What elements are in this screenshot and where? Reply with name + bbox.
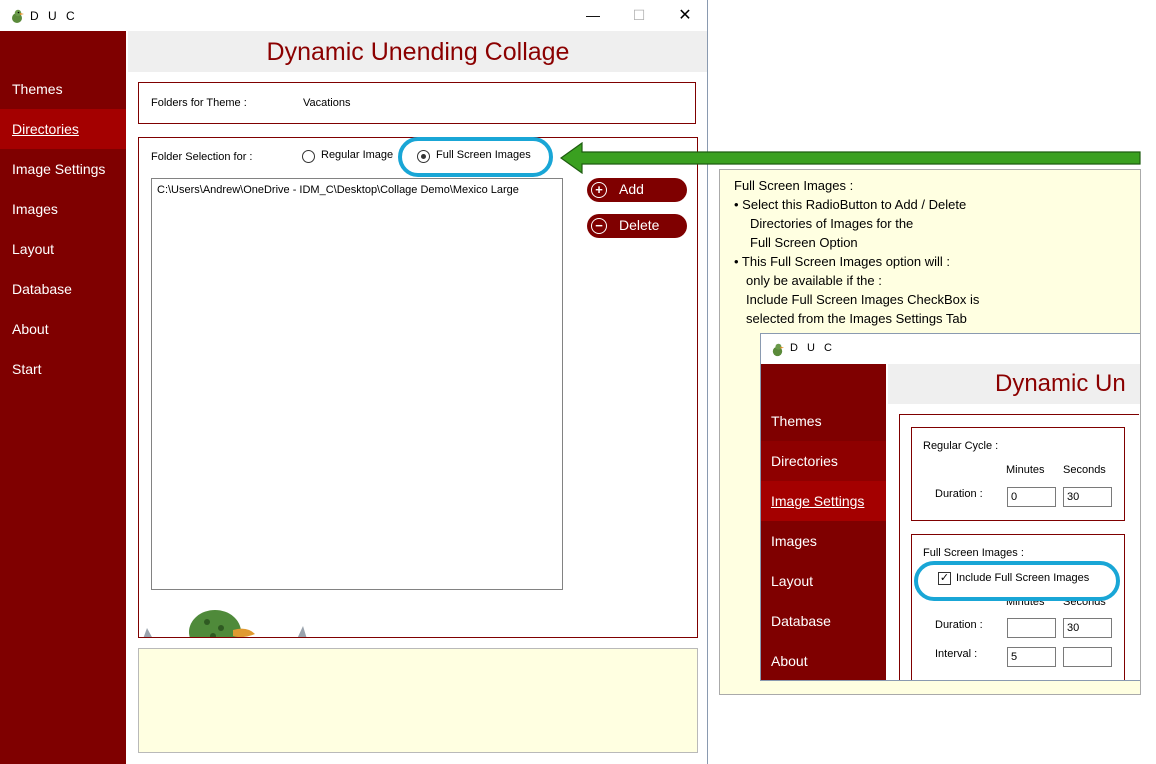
duration-seconds-input: 30 (1063, 487, 1112, 507)
sidebar-item-about[interactable]: About (0, 309, 126, 349)
sidebar-item-image-settings[interactable]: Image Settings (0, 149, 126, 189)
folder-selection-panel: Folder Selection for : Regular Image Ful… (138, 137, 698, 638)
sidebar-item-layout[interactable]: Layout (0, 229, 126, 269)
sidebar-item-image-settings: Image Settings (761, 481, 886, 521)
highlight-ring (914, 561, 1120, 601)
sidebar: Themes Directories Image Settings Images… (0, 31, 126, 764)
seconds-label: Seconds (1063, 464, 1106, 476)
sidebar-item-label: Image Settings (12, 161, 106, 177)
duration-label: Duration : (935, 488, 983, 500)
window-title: D U C (30, 9, 78, 23)
add-button[interactable]: + Add (587, 178, 687, 202)
sidebar-item-label: Directories (12, 121, 79, 137)
callout-line: Full Screen Option (750, 235, 858, 250)
sidebar-item-database: Database (771, 613, 831, 629)
theme-panel: Folders for Theme : Vacations (138, 82, 696, 124)
sidebar-item-label: Start (12, 361, 42, 377)
radio-label: Regular Image (321, 149, 394, 161)
interval-label: Interval : (935, 648, 978, 660)
delete-button-label: Delete (619, 217, 660, 233)
callout-line: Directories of Images for the (750, 216, 914, 231)
sidebar-item-themes: Themes (771, 413, 822, 429)
callout-line: Full Screen Images : (734, 178, 854, 193)
page-header: Dynamic Unending Collage (128, 31, 707, 72)
regular-cycle-title: Regular Cycle : (923, 440, 999, 452)
message-area (138, 648, 698, 753)
sidebar: Themes Directories Image Settings Images… (761, 364, 886, 680)
help-callout: Full Screen Images : • Select this Radio… (719, 169, 1141, 695)
callout-line: selected from the Images Settings Tab (746, 311, 967, 326)
sidebar-item-label: Images (12, 201, 58, 217)
duck-app-icon (12, 9, 24, 23)
sidebar-item-label: About (12, 321, 49, 337)
sidebar-item-directories: Directories (761, 441, 886, 481)
callout-line: • Select this RadioButton to Add / Delet… (734, 197, 967, 212)
sidebar-item-layout: Layout (771, 573, 814, 589)
sidebar-item-images[interactable]: Images (0, 189, 126, 229)
delete-button[interactable]: − Delete (587, 214, 687, 238)
embedded-screenshot: D U C Themes Directories Image Settings … (760, 333, 1140, 681)
sidebar-item-label: Database (12, 281, 72, 297)
sidebar-item-start[interactable]: Start (0, 349, 126, 389)
duration-label: Duration : (935, 619, 983, 631)
interval-minutes-input: 5 (1007, 647, 1056, 667)
window-title: D U C (790, 342, 835, 354)
duck-app-icon (772, 343, 785, 357)
radio-circle (302, 150, 315, 163)
theme-label: Folders for Theme : (151, 97, 247, 109)
duration-seconds-input: 30 (1063, 618, 1112, 638)
list-item[interactable]: C:\Users\Andrew\OneDrive - IDM_C\Desktop… (157, 184, 519, 196)
folder-list[interactable]: C:\Users\Andrew\OneDrive - IDM_C\Desktop… (151, 178, 563, 590)
folder-selection-label: Folder Selection for : (151, 151, 253, 163)
minutes-label: Minutes (1006, 464, 1045, 476)
add-button-label: Add (619, 181, 644, 197)
callout-line: Include Full Screen Images CheckBox is (746, 292, 979, 307)
minus-icon: − (591, 218, 607, 234)
sidebar-item-label: Layout (12, 241, 55, 257)
full-screen-title: Full Screen Images : (923, 547, 1024, 559)
theme-value: Vacations (303, 97, 351, 109)
callout-line: • This Full Screen Images option will : (734, 254, 951, 269)
sidebar-item-directories[interactable]: Directories (0, 109, 126, 149)
minimize-button[interactable]: — (570, 0, 616, 31)
interval-seconds-input (1063, 647, 1112, 667)
title-bar: D U C — ☐ ✕ (0, 0, 707, 31)
close-button[interactable]: ✕ (662, 0, 707, 31)
page-title: Dynamic Unending Collage (266, 38, 570, 66)
main-window: D U C — ☐ ✕ Themes Directories Image Set… (0, 0, 708, 764)
sidebar-item-label: Image Settings (771, 493, 865, 509)
sidebar-item-images: Images (771, 533, 817, 549)
highlight-ring (398, 137, 553, 177)
sidebar-item-themes[interactable]: Themes (0, 69, 126, 109)
maximize-button[interactable]: ☐ (616, 0, 662, 31)
callout-underlined-text: Include Full Screen Images (746, 292, 904, 307)
duration-minutes-input: 0 (1007, 487, 1056, 507)
duration-minutes-input (1007, 618, 1056, 638)
sidebar-item-about: About (771, 653, 808, 669)
duck-mascot-image (143, 610, 307, 637)
sidebar-item-label: Themes (12, 81, 63, 97)
page-title: Dynamic Un (995, 370, 1126, 397)
plus-icon: + (591, 182, 607, 198)
callout-line-tail: CheckBox is (903, 292, 980, 307)
page-header: Dynamic Un (888, 364, 1140, 404)
callout-line: only be available if the : (746, 273, 882, 288)
sidebar-item-database[interactable]: Database (0, 269, 126, 309)
